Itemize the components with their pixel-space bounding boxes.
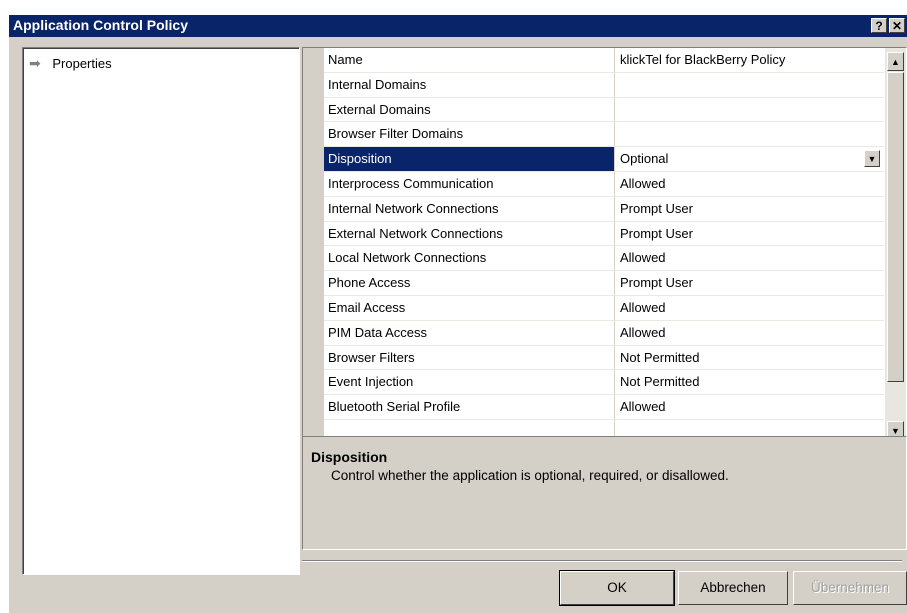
property-name: Interprocess Communication (324, 171, 615, 196)
description-panel: Disposition Control whether the applicat… (302, 436, 907, 550)
description-text: Control whether the application is optio… (331, 468, 729, 483)
property-row[interactable]: Name klickTel for BlackBerry Policy (324, 48, 884, 73)
property-value[interactable] (616, 73, 884, 97)
ok-button[interactable]: OK (559, 570, 675, 606)
dialog-window: Application Control Policy ? ✕ ➡ Propert… (9, 15, 907, 613)
property-row[interactable]: Internal Domains (324, 72, 884, 98)
navigation-tree: ➡ Properties (22, 47, 300, 575)
property-row[interactable]: External Domains (324, 97, 884, 123)
property-name: Bluetooth Serial Profile (324, 395, 615, 419)
scroll-thumb[interactable] (887, 72, 904, 382)
tree-item-properties[interactable]: ➡ Properties (29, 54, 112, 72)
property-grid: Name klickTel for BlackBerry Policy Intern… (302, 47, 907, 443)
property-row[interactable]: PIM Data Access Allowed (324, 320, 884, 346)
description-title: Disposition (311, 449, 388, 465)
property-value[interactable]: Prompt User (616, 271, 884, 295)
property-name: Internal Network Connections (324, 196, 615, 221)
property-name: PIM Data Access (324, 320, 615, 345)
grid-gutter (303, 48, 324, 442)
property-row[interactable]: Event Injection Not Permitted (324, 370, 884, 396)
property-value-select[interactable]: Optional (616, 147, 884, 171)
property-name: Internal Domains (324, 72, 615, 97)
property-value[interactable]: Allowed (616, 395, 884, 419)
property-value[interactable]: Prompt User (616, 197, 884, 221)
arrow-right-icon: ➡ (29, 55, 41, 71)
property-name: External Network Connections (324, 221, 615, 246)
property-row[interactable]: Phone Access Prompt User (324, 271, 884, 296)
property-value[interactable]: Allowed (616, 321, 884, 345)
apply-button[interactable]: Übernehmen (793, 571, 907, 605)
property-value[interactable]: Not Permitted (616, 370, 884, 394)
close-icon: ✕ (891, 19, 903, 33)
dropdown-button[interactable]: ▼ (864, 150, 880, 168)
chevron-down-icon: ▼ (867, 154, 877, 165)
property-row[interactable]: Local Network Connections Allowed (324, 246, 884, 272)
help-button[interactable]: ? (871, 18, 887, 33)
window-title: Application Control Policy (13, 17, 189, 33)
property-row[interactable]: Bluetooth Serial Profile Allowed (324, 395, 884, 420)
property-value[interactable]: Allowed (616, 246, 884, 270)
property-name: External Domains (324, 97, 615, 122)
property-name: Disposition (324, 147, 615, 171)
triangle-down-icon: ▼ (891, 426, 900, 436)
cancel-button[interactable]: Abbrechen (678, 571, 788, 605)
property-name: Event Injection (324, 370, 615, 395)
property-value[interactable]: Allowed (616, 296, 884, 320)
property-row[interactable]: Email Access Allowed (324, 295, 884, 321)
property-value[interactable]: klickTel for BlackBerry Policy (616, 48, 884, 72)
property-value[interactable] (616, 98, 884, 122)
property-name: Local Network Connections (324, 246, 615, 271)
tree-item-label: Properties (52, 56, 112, 71)
property-row[interactable]: Browser Filter Domains (324, 122, 884, 148)
property-name: Phone Access (324, 271, 615, 295)
vertical-scrollbar[interactable]: ▲ ▼ (885, 48, 906, 442)
property-row[interactable]: Disposition Optional ▼ (324, 147, 884, 172)
property-value[interactable] (616, 122, 884, 146)
property-rows: Name klickTel for BlackBerry Policy Intern… (324, 48, 884, 442)
property-value[interactable]: Allowed (616, 172, 884, 196)
separator (302, 560, 902, 562)
close-button[interactable]: ✕ (889, 18, 905, 33)
property-value[interactable]: Prompt User (616, 222, 884, 246)
property-row[interactable]: Interprocess Communication Allowed (324, 171, 884, 197)
property-name: Email Access (324, 295, 615, 320)
title-bar[interactable]: Application Control Policy ? ✕ (9, 15, 907, 37)
help-icon: ? (875, 19, 883, 33)
property-row[interactable]: External Network Connections Prompt User (324, 221, 884, 247)
triangle-up-icon: ▲ (891, 57, 900, 67)
property-row[interactable]: Browser Filters Not Permitted (324, 345, 884, 371)
property-name: Browser Filter Domains (324, 122, 615, 147)
property-name: Browser Filters (324, 345, 615, 370)
property-name: Name (324, 48, 615, 72)
scroll-up-button[interactable]: ▲ (887, 52, 904, 71)
property-value[interactable]: Not Permitted (616, 346, 884, 370)
property-row[interactable]: Internal Network Connections Prompt User (324, 196, 884, 222)
